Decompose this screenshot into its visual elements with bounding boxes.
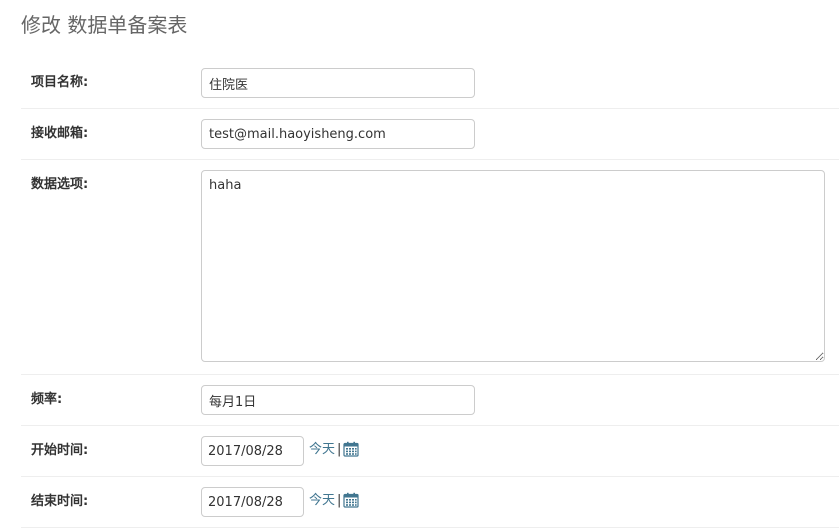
end-today-link[interactable]: 今天: [309, 493, 335, 508]
calendar-icon[interactable]: [343, 491, 360, 508]
end-date-input[interactable]: [201, 487, 304, 517]
form-row-project-name: 项目名称:: [21, 68, 839, 109]
email-input[interactable]: [201, 119, 475, 149]
frequency-label: 频率:: [31, 392, 63, 407]
page: 修改 数据单备案表 项目名称: 接收邮箱: 数据选项: haha 频率: 开始时…: [0, 0, 839, 532]
email-label: 接收邮箱:: [31, 126, 89, 141]
end-date-shortcuts: 今天 |: [309, 487, 360, 517]
frequency-input[interactable]: [201, 385, 475, 415]
form-row-data-options: 数据选项: haha: [21, 170, 839, 375]
project-name-input[interactable]: [201, 68, 475, 98]
end-shortcut-separator: |: [337, 493, 342, 508]
end-time-label: 结束时间:: [31, 494, 89, 509]
form-row-start-time: 开始时间: 今天|: [21, 436, 839, 477]
form-row-email: 接收邮箱:: [21, 119, 839, 160]
start-time-label: 开始时间:: [31, 443, 89, 458]
project-name-label: 项目名称:: [31, 75, 89, 90]
start-date-input[interactable]: [201, 436, 304, 466]
start-today-link[interactable]: 今天: [309, 442, 335, 457]
start-shortcut-separator: |: [337, 442, 342, 457]
calendar-icon[interactable]: [343, 440, 360, 457]
form-row-frequency: 频率:: [21, 385, 839, 426]
form-row-end-time: 结束时间: 今天|: [21, 487, 839, 528]
page-title: 修改 数据单备案表: [21, 13, 188, 37]
data-options-label: 数据选项:: [31, 177, 89, 192]
data-options-textarea[interactable]: haha: [201, 170, 825, 362]
start-date-shortcuts: 今天 |: [309, 436, 360, 466]
